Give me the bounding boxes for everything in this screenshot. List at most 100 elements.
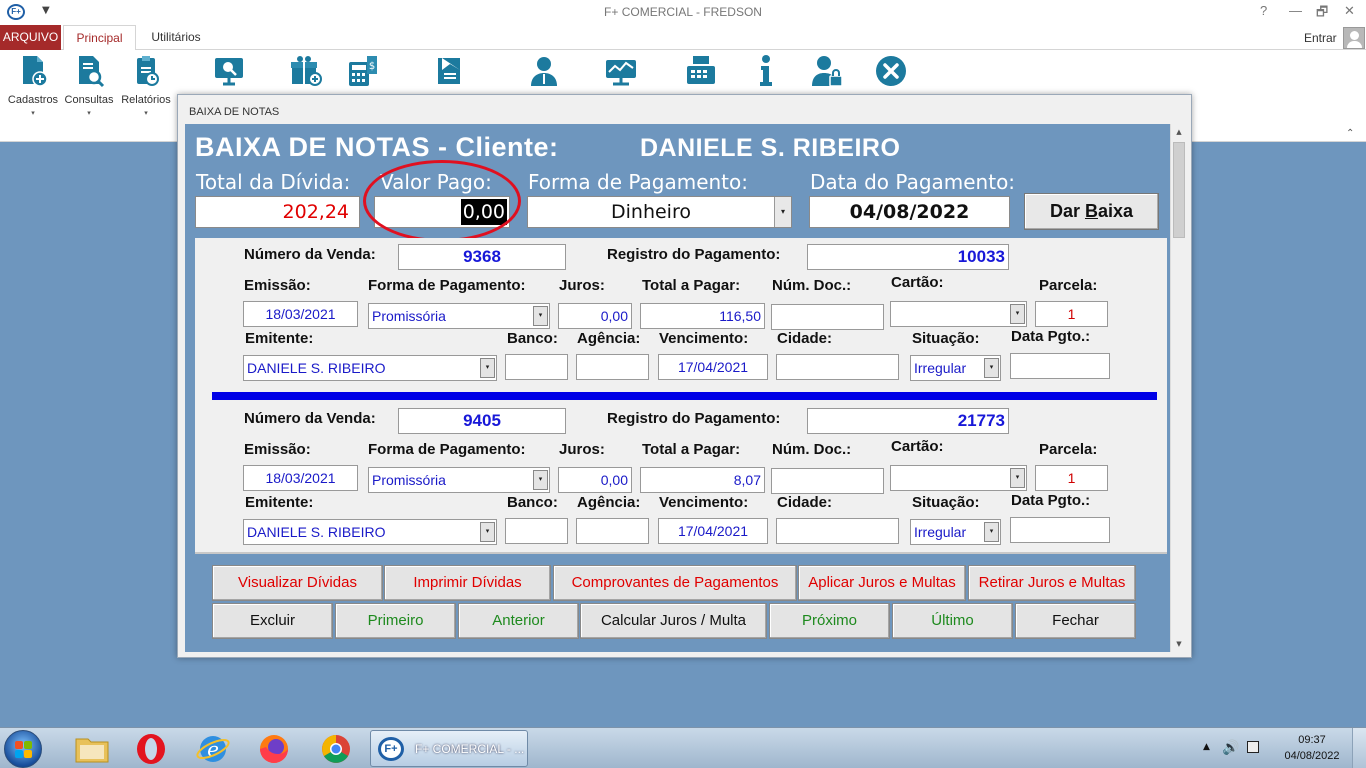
clock-time[interactable]: 09:37 bbox=[1282, 734, 1342, 746]
scroll-up-icon[interactable]: ▲ bbox=[1171, 124, 1187, 140]
info-button[interactable] bbox=[749, 54, 781, 91]
chevron-down-icon[interactable]: ▾ bbox=[984, 358, 999, 378]
calcular-juros-button[interactable]: Calcular Juros / Multa bbox=[580, 603, 767, 639]
chart-monitor-button[interactable] bbox=[605, 54, 637, 91]
chevron-down-icon[interactable]: ▾ bbox=[774, 197, 791, 227]
vencimento-field[interactable]: 17/04/2021 bbox=[658, 354, 768, 380]
numero-venda-field[interactable]: 9368 bbox=[398, 244, 566, 270]
minimize-button[interactable]: — bbox=[1289, 3, 1302, 18]
network-icon[interactable] bbox=[1247, 741, 1259, 753]
anterior-button[interactable]: Anterior bbox=[458, 603, 579, 639]
emissao-field[interactable]: 18/03/2021 bbox=[243, 465, 358, 491]
total-pagar-field[interactable]: 116,50 bbox=[640, 303, 765, 329]
forma-pagamento-record-select[interactable]: Promissória ▾ bbox=[368, 303, 550, 329]
help-button[interactable]: ? bbox=[1260, 3, 1267, 18]
show-desktop-button[interactable] bbox=[1352, 728, 1366, 768]
taskbar-fcomercial-button[interactable]: F+ F+ COMERCIAL - ... bbox=[370, 730, 528, 767]
start-button[interactable] bbox=[4, 730, 42, 768]
comprovantes-button[interactable]: Comprovantes de Pagamentos bbox=[553, 565, 797, 601]
situacao-select[interactable]: Irregular ▾ bbox=[910, 355, 1001, 381]
tab-utilitarios[interactable]: Utilitários bbox=[140, 25, 212, 50]
internet-explorer-button[interactable]: e bbox=[185, 731, 241, 767]
sales-ticket-button[interactable] bbox=[434, 54, 466, 91]
forma-pagamento-select[interactable]: Dinheiro ▾ bbox=[527, 196, 792, 228]
cadastros-button[interactable]: Cadastros ▾ bbox=[6, 54, 60, 117]
banco-field[interactable] bbox=[505, 354, 568, 380]
calculator-money-button[interactable]: $ bbox=[347, 54, 379, 91]
exit-button[interactable] bbox=[875, 54, 907, 91]
fechar-button[interactable]: Fechar bbox=[1015, 603, 1136, 639]
cidade-field[interactable] bbox=[776, 518, 899, 544]
visualizar-dividas-button[interactable]: Visualizar Dívidas bbox=[212, 565, 383, 601]
registro-pagamento-label: Registro do Pagamento: bbox=[607, 410, 781, 427]
imprimir-dividas-button[interactable]: Imprimir Dívidas bbox=[384, 565, 551, 601]
client-button[interactable] bbox=[528, 54, 560, 91]
close-window-button[interactable]: ✕ bbox=[1344, 3, 1355, 19]
parcela-field[interactable]: 1 bbox=[1035, 301, 1108, 327]
juros-field[interactable]: 0,00 bbox=[558, 467, 632, 493]
chevron-down-icon[interactable]: ▾ bbox=[480, 522, 495, 542]
header-title: BAIXA DE NOTAS - Cliente: bbox=[195, 132, 559, 162]
emitente-select[interactable]: DANIELE S. RIBEIRO ▾ bbox=[243, 519, 497, 545]
registro-pagamento-field[interactable]: 21773 bbox=[807, 408, 1009, 434]
retirar-juros-button[interactable]: Retirar Juros e Multas bbox=[968, 565, 1136, 601]
cartao-select[interactable]: ▾ bbox=[890, 465, 1027, 491]
excluir-button[interactable]: Excluir bbox=[212, 603, 333, 639]
chevron-down-icon[interactable]: ▾ bbox=[984, 522, 999, 542]
agencia-field[interactable] bbox=[576, 518, 649, 544]
num-doc-field[interactable] bbox=[771, 304, 884, 330]
clock-date[interactable]: 04/08/2022 bbox=[1282, 750, 1342, 762]
agencia-field[interactable] bbox=[576, 354, 649, 380]
tab-arquivo[interactable]: ARQUIVO bbox=[0, 25, 61, 50]
chevron-down-icon[interactable]: ▾ bbox=[533, 306, 548, 326]
speaker-icon[interactable]: 🔊 bbox=[1222, 740, 1239, 756]
dar-baixa-button[interactable]: Dar Baixa bbox=[1024, 193, 1159, 230]
proximo-button[interactable]: Próximo bbox=[769, 603, 890, 639]
data-pgto-field[interactable] bbox=[1010, 517, 1110, 543]
vertical-scrollbar[interactable]: ▲ ▼ bbox=[1170, 124, 1186, 652]
emitente-select[interactable]: DANIELE S. RIBEIRO ▾ bbox=[243, 355, 497, 381]
cash-register-button[interactable] bbox=[685, 54, 717, 91]
ribbon-collapse-icon[interactable]: ⌃ bbox=[1346, 128, 1354, 139]
cidade-field[interactable] bbox=[776, 354, 899, 380]
show-hidden-icons-icon[interactable]: ▲ bbox=[1203, 742, 1210, 752]
emissao-field[interactable]: 18/03/2021 bbox=[243, 301, 358, 327]
firefox-button[interactable] bbox=[246, 731, 302, 767]
chevron-down-icon[interactable]: ▾ bbox=[1010, 468, 1025, 488]
file-explorer-button[interactable] bbox=[64, 731, 120, 767]
banco-field[interactable] bbox=[505, 518, 568, 544]
chevron-down-icon[interactable]: ▾ bbox=[533, 470, 548, 490]
monitor-search-button[interactable] bbox=[213, 54, 245, 91]
juros-field[interactable]: 0,00 bbox=[558, 303, 632, 329]
primeiro-button[interactable]: Primeiro bbox=[335, 603, 456, 639]
user-lock-button[interactable] bbox=[811, 54, 843, 91]
situacao-value: Irregular bbox=[914, 524, 967, 540]
opera-button[interactable] bbox=[124, 731, 180, 767]
total-pagar-label: Total a Pagar: bbox=[642, 277, 741, 294]
data-pgto-field[interactable] bbox=[1010, 353, 1110, 379]
parcela-field[interactable]: 1 bbox=[1035, 465, 1108, 491]
num-doc-field[interactable] bbox=[771, 468, 884, 494]
sign-in-link[interactable]: Entrar bbox=[1304, 31, 1337, 45]
forma-pagamento-record-select[interactable]: Promissória ▾ bbox=[368, 467, 550, 493]
chevron-down-icon[interactable]: ▾ bbox=[1010, 304, 1025, 324]
restore-button[interactable]: 🗗 bbox=[1316, 3, 1328, 25]
consultas-button[interactable]: Consultas ▾ bbox=[62, 54, 116, 117]
registro-pagamento-field[interactable]: 10033 bbox=[807, 244, 1009, 270]
tab-principal[interactable]: Principal bbox=[63, 25, 136, 51]
situacao-select[interactable]: Irregular ▾ bbox=[910, 519, 1001, 545]
ultimo-button[interactable]: Último bbox=[892, 603, 1013, 639]
total-pagar-field[interactable]: 8,07 bbox=[640, 467, 765, 493]
aplicar-juros-button[interactable]: Aplicar Juros e Multas bbox=[798, 565, 966, 601]
numero-venda-field[interactable]: 9405 bbox=[398, 408, 566, 434]
chevron-down-icon[interactable]: ▾ bbox=[480, 358, 495, 378]
data-pagamento-input[interactable]: 04/08/2022 bbox=[809, 196, 1010, 228]
cartao-select[interactable]: ▾ bbox=[890, 301, 1027, 327]
vencimento-field[interactable]: 17/04/2021 bbox=[658, 518, 768, 544]
new-gift-button[interactable] bbox=[290, 54, 322, 91]
scroll-down-icon[interactable]: ▼ bbox=[1171, 636, 1187, 652]
chrome-button[interactable] bbox=[308, 731, 364, 767]
scroll-thumb[interactable] bbox=[1173, 142, 1185, 238]
user-avatar-icon[interactable] bbox=[1343, 27, 1365, 49]
relatorios-button[interactable]: Relatórios ▾ bbox=[119, 54, 173, 117]
